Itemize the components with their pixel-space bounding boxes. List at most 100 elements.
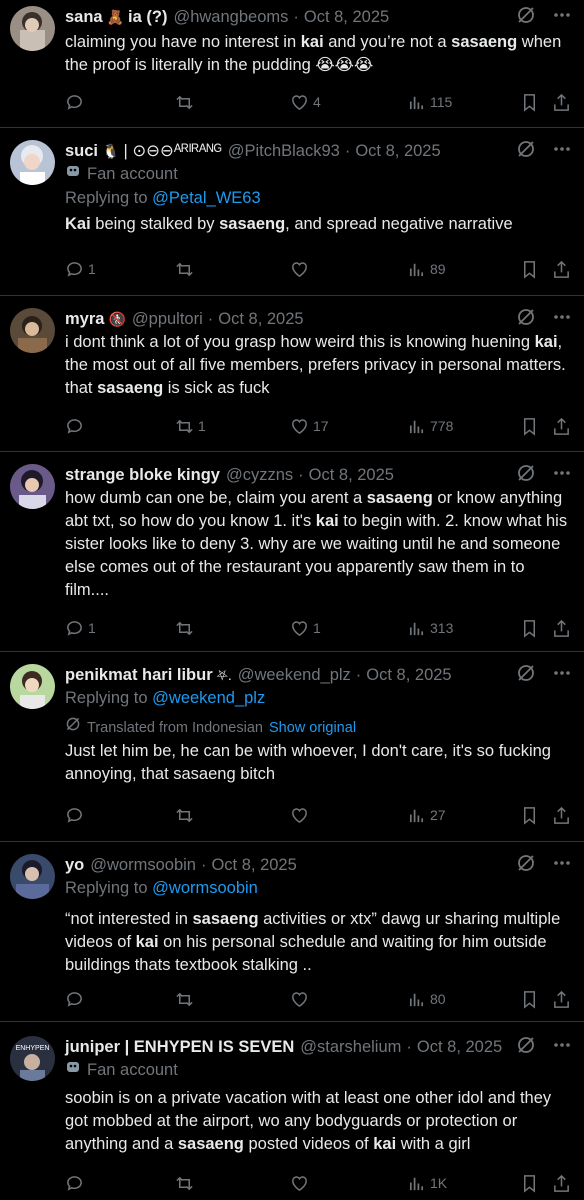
reply-icon — [67, 418, 82, 434]
grok-icon[interactable] — [516, 853, 536, 878]
retweet-button[interactable] — [175, 91, 198, 113]
timestamp[interactable]: Oct 8, 2025 — [304, 8, 389, 27]
avatar[interactable] — [10, 854, 55, 899]
views-button[interactable]: 27 — [407, 804, 446, 826]
views-button[interactable]: 778 — [407, 415, 453, 437]
grok-icon[interactable] — [516, 139, 536, 164]
grok-icon[interactable] — [516, 663, 536, 688]
more-icon[interactable] — [552, 307, 572, 332]
timestamp[interactable]: Oct 8, 2025 — [355, 142, 440, 161]
timestamp[interactable]: Oct 8, 2025 — [309, 466, 394, 485]
display-name[interactable]: yo — [65, 856, 84, 875]
views-button[interactable]: 1K — [407, 1172, 447, 1194]
handle[interactable]: @hwangbeoms — [173, 8, 288, 27]
tweet[interactable]: yo @wormsoobin · Oct 8, 2025 Replying to… — [0, 842, 584, 1022]
views-button[interactable]: 80 — [407, 988, 446, 1010]
share-button[interactable] — [552, 804, 571, 826]
tweet[interactable]: suci 🐧 | ⊙⊖⊖ᴬᴿᴵᴿᴬᴺᴳ @PitchBlack93 · Oct … — [0, 128, 584, 296]
more-icon[interactable] — [552, 853, 572, 878]
grok-icon[interactable] — [516, 1035, 536, 1060]
timestamp[interactable]: Oct 8, 2025 — [218, 310, 303, 329]
views-button[interactable]: 115 — [407, 91, 452, 113]
like-button[interactable] — [290, 988, 313, 1010]
display-name[interactable]: strange bloke kingy — [65, 466, 220, 485]
tweet[interactable]: sana 🧸 ia (?) @hwangbeoms · Oct 8, 2025 … — [0, 0, 584, 128]
share-button[interactable] — [552, 617, 571, 639]
handle[interactable]: @weekend_plz — [238, 666, 351, 685]
avatar[interactable]: ENHYPEN — [10, 1036, 55, 1081]
grok-icon[interactable] — [516, 5, 536, 30]
reply-button[interactable]: 1 — [65, 617, 96, 639]
bookmark-button[interactable] — [520, 415, 539, 437]
timestamp[interactable]: Oct 8, 2025 — [417, 1038, 502, 1057]
bookmark-button[interactable] — [520, 91, 539, 113]
retweet-button[interactable]: 1 — [175, 415, 206, 437]
timestamp[interactable]: Oct 8, 2025 — [366, 666, 451, 685]
reply-button[interactable] — [65, 415, 88, 437]
reply-button[interactable] — [65, 91, 88, 113]
reply-button[interactable] — [65, 1172, 88, 1194]
retweet-button[interactable] — [175, 804, 198, 826]
handle[interactable]: @PitchBlack93 — [228, 142, 340, 161]
views-icon — [409, 622, 424, 635]
tweet[interactable]: myra 🚷 @ppultori · Oct 8, 2025 i dont th… — [0, 296, 584, 452]
retweet-button[interactable] — [175, 1172, 198, 1194]
more-icon[interactable] — [552, 1035, 572, 1060]
tweet[interactable]: ENHYPEN juniper | ENHYPEN IS SEVEN @star… — [0, 1022, 584, 1200]
grok-icon[interactable] — [516, 463, 536, 488]
show-original-link[interactable]: Show original — [269, 717, 356, 739]
more-icon[interactable] — [552, 463, 572, 488]
retweet-button[interactable] — [175, 617, 198, 639]
bookmark-button[interactable] — [520, 617, 539, 639]
handle[interactable]: @cyzzns — [226, 466, 293, 485]
share-button[interactable] — [552, 415, 571, 437]
display-name[interactable]: penikmat hari libur — [65, 666, 213, 685]
bookmark-button[interactable] — [520, 258, 539, 280]
like-button[interactable] — [290, 804, 313, 826]
bookmark-icon — [523, 260, 536, 279]
timestamp[interactable]: Oct 8, 2025 — [211, 856, 296, 875]
retweet-button[interactable] — [175, 988, 198, 1010]
display-name[interactable]: juniper | ENHYPEN IS SEVEN — [65, 1038, 294, 1057]
handle[interactable]: @ppultori — [132, 310, 203, 329]
replying-to-link[interactable]: @wormsoobin — [152, 879, 258, 897]
avatar[interactable] — [10, 664, 55, 709]
tweet[interactable]: strange bloke kingy @cyzzns · Oct 8, 202… — [0, 452, 584, 652]
retweet-button[interactable] — [175, 258, 198, 280]
share-button[interactable] — [552, 91, 571, 113]
display-name[interactable]: sana — [65, 8, 103, 27]
avatar[interactable] — [10, 6, 55, 51]
more-icon[interactable] — [552, 5, 572, 30]
reply-icon — [67, 94, 82, 110]
share-button[interactable] — [552, 258, 571, 280]
replying-to-link[interactable]: @Petal_WE63 — [152, 189, 260, 207]
reply-button[interactable] — [65, 804, 88, 826]
more-icon[interactable] — [552, 139, 572, 164]
heart-icon — [292, 261, 307, 277]
bookmark-button[interactable] — [520, 988, 539, 1010]
share-button[interactable] — [552, 1172, 571, 1194]
like-button[interactable]: 4 — [290, 91, 321, 113]
like-button[interactable]: 1 — [290, 617, 321, 639]
bookmark-button[interactable] — [520, 1172, 539, 1194]
avatar[interactable] — [10, 464, 55, 509]
handle[interactable]: @starshelium — [300, 1038, 401, 1057]
like-button[interactable]: 17 — [290, 415, 329, 437]
views-button[interactable]: 89 — [407, 258, 446, 280]
reply-button[interactable]: 1 — [65, 258, 96, 280]
like-button[interactable] — [290, 258, 313, 280]
share-button[interactable] — [552, 988, 571, 1010]
grok-icon[interactable] — [516, 307, 536, 332]
bookmark-button[interactable] — [520, 804, 539, 826]
display-name[interactable]: myra — [65, 310, 104, 329]
handle[interactable]: @wormsoobin — [90, 856, 196, 875]
avatar[interactable] — [10, 140, 55, 185]
views-button[interactable]: 313 — [407, 617, 453, 639]
avatar[interactable] — [10, 308, 55, 353]
display-name[interactable]: suci — [65, 142, 98, 161]
more-icon[interactable] — [552, 663, 572, 688]
like-button[interactable] — [290, 1172, 313, 1194]
replying-to-link[interactable]: @weekend_plz — [152, 689, 265, 707]
reply-button[interactable] — [65, 988, 88, 1010]
tweet[interactable]: penikmat hari libur ⛧. @weekend_plz · Oc… — [0, 652, 584, 842]
